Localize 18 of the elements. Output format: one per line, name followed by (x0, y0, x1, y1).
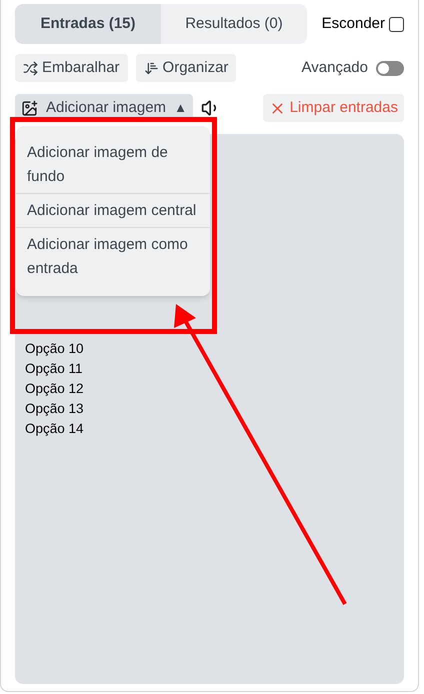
entry-line: Opção 12 (25, 380, 85, 398)
shuffle-button[interactable]: Embaralhar (15, 54, 128, 82)
image-add-icon (21, 100, 38, 116)
menu-item[interactable]: Adicionar imagem como entrada (16, 232, 210, 282)
shuffle-icon (23, 60, 38, 76)
sort-button[interactable]: Organizar (136, 54, 236, 82)
menu-item[interactable]: Adicionar imagem de fundo (16, 140, 210, 194)
hide-label: Esconder (322, 14, 385, 34)
menu-item[interactable]: Adicionar imagem central (16, 198, 210, 228)
entry-line: Opção 14 (25, 420, 85, 438)
advanced-label: Avançado (302, 58, 368, 78)
entry-line: Opção 11 (25, 360, 84, 378)
advanced-toggle[interactable] (376, 60, 404, 76)
entry-line: Opção 10 (25, 340, 85, 358)
sort-icon (144, 60, 159, 76)
entry-line: Opção 13 (25, 400, 85, 418)
tab[interactable]: Entradas (15) (15, 4, 161, 44)
hide-checkbox[interactable] (389, 16, 404, 32)
